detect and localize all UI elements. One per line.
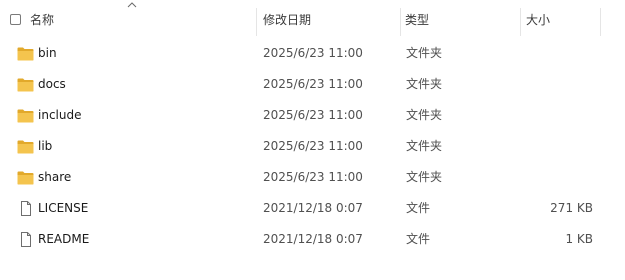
file-name: include <box>38 108 82 122</box>
file-size: 271 KB <box>550 201 593 215</box>
file-type: 文件夹 <box>406 170 443 184</box>
folder-icon <box>17 77 34 92</box>
file-size: 1 KB <box>565 232 593 246</box>
column-header-type[interactable]: 类型 <box>405 0 517 36</box>
folder-icon <box>17 139 34 154</box>
file-date-modified: 2021/12/18 0:07 <box>263 232 363 246</box>
column-header-name[interactable]: 名称 <box>30 0 256 36</box>
file-name: README <box>38 232 90 246</box>
file-row[interactable]: lib 2025/6/23 11:00 文件夹 <box>0 131 625 162</box>
file-row[interactable]: LICENSE 2021/12/18 0:07 文件 271 KB <box>0 193 625 224</box>
file-name: share <box>38 170 72 184</box>
file-row[interactable]: docs 2025/6/23 11:00 文件夹 <box>0 69 625 100</box>
file-row[interactable]: README 2021/12/18 0:07 文件 1 KB <box>0 224 625 255</box>
file-date-modified: 2025/6/23 11:00 <box>263 108 363 122</box>
column-divider[interactable] <box>400 8 401 36</box>
file-size <box>520 69 593 100</box>
file-type: 文件夹 <box>406 46 443 60</box>
column-divider[interactable] <box>256 8 257 36</box>
file-name: lib <box>38 139 53 153</box>
file-row[interactable]: include 2025/6/23 11:00 文件夹 <box>0 100 625 131</box>
file-explorer: 名称 修改日期 类型 大小 bin 2025/6/23 11:00 文件夹 do… <box>0 0 625 280</box>
file-date-modified: 2025/6/23 11:00 <box>263 170 363 184</box>
file-icon <box>17 201 34 216</box>
column-header: 名称 修改日期 类型 大小 <box>0 0 625 36</box>
file-name: LICENSE <box>38 201 89 215</box>
file-size <box>520 100 593 131</box>
file-date-modified: 2025/6/23 11:00 <box>263 46 363 60</box>
file-date-modified: 2025/6/23 11:00 <box>263 77 363 91</box>
folder-icon <box>17 108 34 123</box>
folder-icon <box>17 170 34 185</box>
file-type: 文件 <box>406 232 431 246</box>
column-divider[interactable] <box>520 8 521 36</box>
file-type: 文件夹 <box>406 108 443 122</box>
select-all-checkbox[interactable] <box>10 14 21 25</box>
file-size <box>520 162 593 193</box>
file-row[interactable]: share 2025/6/23 11:00 文件夹 <box>0 162 625 193</box>
file-date-modified: 2021/12/18 0:07 <box>263 201 363 215</box>
column-divider[interactable] <box>600 8 601 36</box>
file-row[interactable]: bin 2025/6/23 11:00 文件夹 <box>0 38 625 69</box>
file-size <box>520 38 593 69</box>
file-list: bin 2025/6/23 11:00 文件夹 docs 2025/6/23 1… <box>0 38 625 255</box>
file-date-modified: 2025/6/23 11:00 <box>263 139 363 153</box>
column-header-size[interactable]: 大小 <box>526 0 596 36</box>
folder-icon <box>17 46 34 61</box>
file-name: docs <box>38 77 66 91</box>
file-type: 文件夹 <box>406 139 443 153</box>
file-size <box>520 131 593 162</box>
file-icon <box>17 232 34 247</box>
file-type: 文件夹 <box>406 77 443 91</box>
column-header-date-modified[interactable]: 修改日期 <box>263 0 399 36</box>
file-name: bin <box>38 46 57 60</box>
file-type: 文件 <box>406 201 431 215</box>
